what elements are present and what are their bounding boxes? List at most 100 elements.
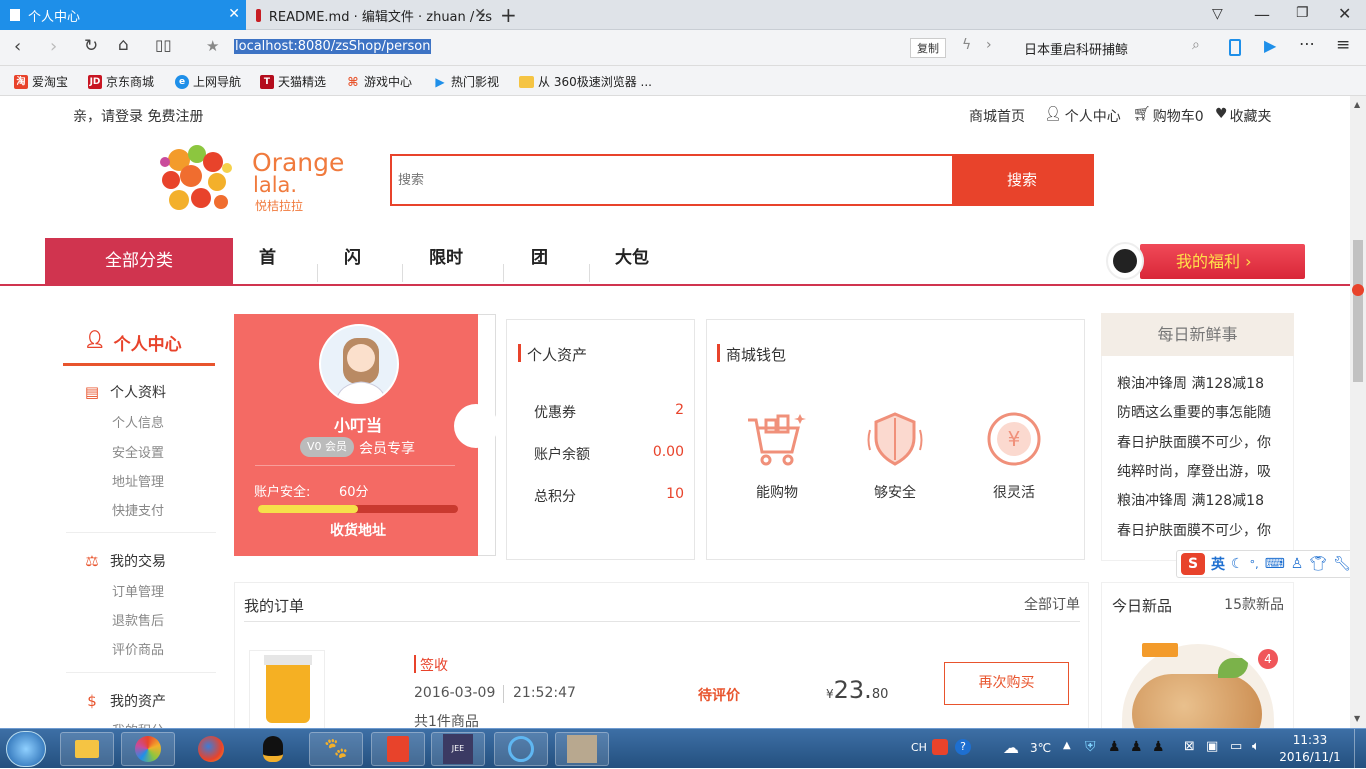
nav-item-limited[interactable]: 限时 xyxy=(429,238,463,286)
wallet-item-shopping[interactable]: 能购物 xyxy=(748,482,806,502)
address-bar[interactable]: localhost:8080/zsShop/person xyxy=(234,39,432,54)
usb-icon[interactable]: ▣ xyxy=(1206,739,1218,754)
daily-item[interactable]: 纯粹时尚，摩登出游，吸 xyxy=(1117,461,1287,481)
page-scrollbar[interactable]: ▲ ▼ xyxy=(1350,96,1366,728)
new-tab-button[interactable]: + xyxy=(500,3,517,27)
sidebar-item-personal-info[interactable]: 个人信息 xyxy=(112,412,164,431)
minimize-icon[interactable]: — xyxy=(1254,5,1270,24)
ime-language[interactable]: 英 xyxy=(1211,554,1225,574)
points-value[interactable]: 10 xyxy=(634,486,684,502)
points-label[interactable]: 总积分 xyxy=(534,486,576,506)
taskbar-photo[interactable] xyxy=(555,732,609,766)
topnav-cart[interactable]: 🛒︎ 购物车0 xyxy=(1133,106,1204,126)
punctuation-icon[interactable]: °, xyxy=(1250,558,1259,571)
balance-value[interactable]: 0.00 xyxy=(624,444,684,460)
tab-readme[interactable]: README.md · 编辑文件 · zhuan / zs ✕ xyxy=(246,0,492,30)
star-icon[interactable]: ★ xyxy=(206,37,219,55)
copy-button[interactable]: 复制 xyxy=(910,38,946,58)
monitor-icon[interactable]: ▭ xyxy=(1230,739,1242,754)
scroll-thumb[interactable] xyxy=(1353,240,1363,382)
weather-temp[interactable]: 3℃ xyxy=(1030,741,1051,755)
product-thumbnail[interactable] xyxy=(249,650,325,728)
topnav-favorites[interactable]: ♥ 收藏夹 xyxy=(1215,106,1272,126)
bookmark-aitaobao[interactable]: 淘爱淘宝 xyxy=(14,73,68,90)
scroll-down-icon[interactable]: ▼ xyxy=(1354,714,1360,723)
forward-icon[interactable]: › xyxy=(50,36,57,57)
nav-item-home[interactable]: 首 xyxy=(259,238,276,286)
daily-item[interactable]: 粮油冲锋周 满128减18 xyxy=(1117,490,1287,510)
back-icon[interactable]: ‹ xyxy=(14,36,21,57)
weather-icon[interactable]: ☁ xyxy=(1003,738,1019,757)
clock-time[interactable]: 11:33 xyxy=(1280,733,1340,747)
mobile-icon[interactable] xyxy=(1229,39,1241,56)
taskbar-notepad[interactable] xyxy=(371,732,425,766)
tab-personal-center[interactable]: 个人中心 ✕ xyxy=(0,0,246,30)
new-products-count[interactable]: 15款新品 xyxy=(1210,594,1284,614)
address-link[interactable]: 收货地址 xyxy=(318,520,398,540)
window-close-icon[interactable]: ✕ xyxy=(1338,4,1351,23)
sogou-icon[interactable]: S xyxy=(1181,553,1205,575)
balance-label[interactable]: 账户余额 xyxy=(534,444,590,464)
daily-item[interactable]: 防晒这么重要的事怎能随 xyxy=(1117,402,1287,422)
taskbar-browser[interactable] xyxy=(494,732,548,766)
close-icon[interactable]: ✕ xyxy=(228,6,240,22)
clock-date[interactable]: 2016/11/1 xyxy=(1276,750,1344,764)
sidebar-item-address[interactable]: 地址管理 xyxy=(112,471,164,490)
help-icon[interactable]: ? xyxy=(955,739,971,755)
sidebar-item-reviews[interactable]: 评价商品 xyxy=(112,639,164,658)
logo-graphic[interactable] xyxy=(157,140,237,220)
shield-icon[interactable] xyxy=(866,410,924,468)
all-orders-link[interactable]: 全部订单 xyxy=(1000,594,1080,614)
search-icon[interactable]: ⌕ xyxy=(1192,37,1200,53)
show-desktop-button[interactable] xyxy=(1354,729,1366,769)
daily-item[interactable]: 春日护肤面膜不可少，你 xyxy=(1117,520,1287,540)
skin-icon[interactable]: 👕︎ xyxy=(1309,556,1327,572)
chevron-right-icon[interactable]: › xyxy=(986,37,992,53)
taskbar-qq[interactable] xyxy=(246,732,300,766)
bookmark-tmall[interactable]: T 天猫精选 xyxy=(260,73,326,90)
sidebar-group-profile[interactable]: ▤ 个人资料 xyxy=(82,382,166,402)
network-error-icon[interactable]: ⊠ xyxy=(1184,739,1195,754)
taskbar-eclipse[interactable]: JEE xyxy=(431,732,485,766)
shopping-cart-icon[interactable] xyxy=(746,412,808,468)
coupon-value[interactable]: 2 xyxy=(634,402,684,418)
reload-icon[interactable]: ↻ xyxy=(84,36,98,56)
wrench-icon[interactable]: 🔧︎ xyxy=(1333,556,1350,572)
topnav-home[interactable]: 商城首页 xyxy=(969,106,1025,126)
wallet-item-flexible[interactable]: 很灵活 xyxy=(985,482,1043,502)
search-input[interactable] xyxy=(398,169,938,191)
volume-icon[interactable]: 🔈︎ xyxy=(1252,739,1260,754)
sidebar-item-orders[interactable]: 订单管理 xyxy=(112,581,164,600)
daily-item[interactable]: 粮油冲锋周 满128减18 xyxy=(1117,373,1287,393)
bookmark-movies[interactable]: ▶ 热门影视 xyxy=(433,73,499,90)
all-categories-button[interactable]: 全部分类 xyxy=(45,238,233,285)
qq-tray-icon[interactable]: ♟ xyxy=(1130,739,1143,755)
wallet-item-secure[interactable]: 够安全 xyxy=(866,482,924,502)
avatar[interactable] xyxy=(319,324,399,404)
taskbar-360[interactable] xyxy=(121,732,175,766)
security-shield-icon[interactable]: ⛨ xyxy=(1085,739,1096,755)
sidebar-title[interactable]: 👤︎ 个人中心 xyxy=(84,330,182,355)
coupon-label[interactable]: 优惠券 xyxy=(534,402,576,422)
bookmark-games[interactable]: ⌘ 游戏中心 xyxy=(346,73,412,90)
nav-item-group[interactable]: 团 xyxy=(531,238,548,286)
video-play-icon[interactable]: ▶ xyxy=(1264,36,1276,55)
lightning-icon[interactable]: ϟ xyxy=(962,37,971,53)
taskbar-firefox[interactable] xyxy=(184,732,238,766)
sidebar-group-trade[interactable]: ⚖ 我的交易 xyxy=(82,551,166,571)
yuan-cycle-icon[interactable]: ¥ xyxy=(985,410,1043,468)
nav-item-flash[interactable]: 闪 xyxy=(344,238,361,286)
vip-text[interactable]: 会员专享 xyxy=(359,438,415,458)
taskbar-baidu[interactable]: 🐾︎ xyxy=(309,732,363,766)
reading-mode-icon[interactable]: ▯▯ xyxy=(155,36,172,54)
sidebar-item-quickpay[interactable]: 快捷支付 xyxy=(112,500,164,519)
sogou-tray-icon[interactable] xyxy=(932,739,948,755)
keyboard-icon[interactable]: ⌨ xyxy=(1265,556,1285,572)
qq-tray-icon[interactable]: ♟ xyxy=(1152,739,1165,755)
more-icon[interactable]: ⋯ xyxy=(1299,34,1315,53)
home-icon[interactable]: ⌂ xyxy=(118,35,129,55)
sidebar-item-refunds[interactable]: 退款售后 xyxy=(112,610,164,629)
my-welfare-button[interactable]: 我的福利 › xyxy=(1140,244,1305,279)
daily-item[interactable]: 春日护肤面膜不可少，你 xyxy=(1117,432,1287,452)
search-button[interactable]: 搜索 xyxy=(952,156,1092,204)
